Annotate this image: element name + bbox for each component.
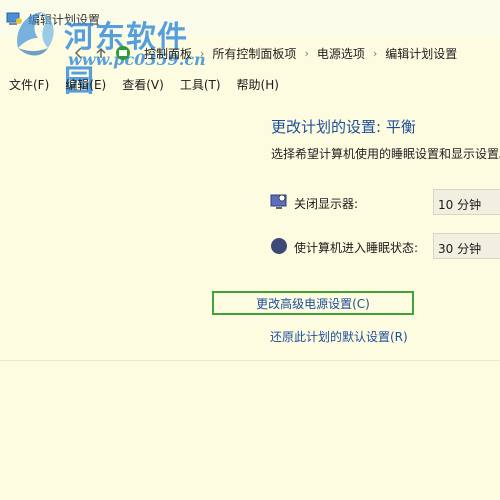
arrow-up-icon xyxy=(96,47,106,58)
window-title: 编辑计划设置 xyxy=(28,13,101,27)
breadcrumb-separator: › xyxy=(372,46,378,60)
address-bar: 控制面板 › 所有控制面板项 › 电源选项 › 编辑计划设置 xyxy=(0,36,500,70)
breadcrumb-item-edit-plan[interactable]: 编辑计划设置 xyxy=(385,45,457,62)
setting-label-sleep: 使计算机进入睡眠状态: xyxy=(294,241,419,255)
breadcrumb-item-all-items[interactable]: 所有控制面板项 xyxy=(212,45,296,62)
setting-label-display-off: 关闭显示器: xyxy=(294,197,359,211)
breadcrumb-separator: › xyxy=(304,46,309,60)
sleep-moon-icon xyxy=(271,238,287,254)
page-title: 更改计划的设置: 平衡 xyxy=(271,118,416,136)
menu-file[interactable]: 文件(F) xyxy=(0,76,57,93)
control-panel-icon xyxy=(116,46,130,60)
breadcrumb-item-control-panel[interactable]: 控制面板 xyxy=(144,45,192,62)
breadcrumb: 控制面板 › 所有控制面板项 › 电源选项 › 编辑计划设置 xyxy=(114,36,457,70)
breadcrumb-item-power-options[interactable]: 电源选项 xyxy=(317,45,365,62)
title-bar: 编辑计划设置 xyxy=(0,0,500,36)
menu-edit[interactable]: 编辑(E) xyxy=(57,76,114,93)
advanced-power-settings-link[interactable]: 更改高级电源设置(C) xyxy=(212,291,414,315)
restore-defaults-link[interactable]: 还原此计划的默认设置(R) xyxy=(270,328,408,345)
menu-help[interactable]: 帮助(H) xyxy=(229,76,287,93)
up-button[interactable] xyxy=(92,44,110,62)
monitor-power-icon xyxy=(270,194,287,209)
divider xyxy=(0,360,500,361)
menu-view[interactable]: 查看(V) xyxy=(114,76,172,93)
display-off-select[interactable]: 10 分钟 xyxy=(433,189,500,215)
setting-row-sleep: 使计算机进入睡眠状态: 30 分钟 xyxy=(270,233,500,261)
arrow-left-icon xyxy=(74,47,82,59)
sleep-select[interactable]: 30 分钟 xyxy=(433,233,500,259)
menu-bar: 文件(F) 编辑(E) 查看(V) 工具(T) 帮助(H) xyxy=(0,72,500,96)
page-description: 选择希望计算机使用的睡眠设置和显示设置。 xyxy=(271,147,500,161)
setting-row-display-off: 关闭显示器: 10 分钟 xyxy=(270,189,500,217)
menu-tools[interactable]: 工具(T) xyxy=(172,76,229,93)
breadcrumb-separator: › xyxy=(200,46,205,60)
back-button[interactable] xyxy=(70,44,88,62)
control-panel-app-icon xyxy=(6,12,22,25)
